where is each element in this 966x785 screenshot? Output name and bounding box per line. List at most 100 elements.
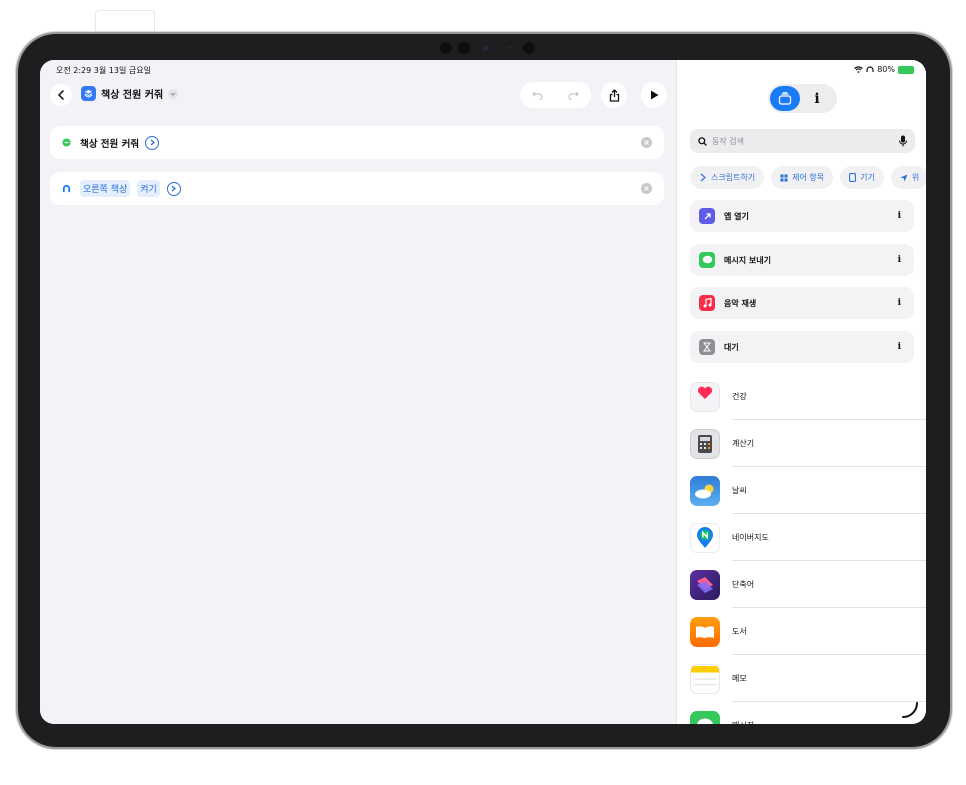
app-label: 날씨 [732, 467, 926, 514]
desk-up-icon [62, 184, 71, 193]
search-icon [698, 136, 707, 146]
shortcut-title: 책상 전원 커줘 [101, 90, 164, 101]
action-text: 책상 전원 커줘 [80, 138, 140, 150]
action-card[interactable]: 오른쪽 책상 켜기 [50, 172, 664, 205]
camera-sensor [440, 42, 452, 54]
suggestion-send-message[interactable]: 메시지 보내기 i [690, 244, 914, 276]
undo-redo-group [520, 82, 591, 108]
chip-controls[interactable]: 제어 항목 [771, 166, 834, 189]
script-icon [700, 173, 706, 182]
chip-location[interactable]: 위 [890, 166, 926, 189]
app-label: 단축어 [732, 561, 926, 608]
library-icon [778, 92, 792, 105]
app-label: 메모 [732, 655, 926, 702]
device-icon [849, 173, 857, 182]
battery-percent: 80% [877, 65, 895, 74]
weather-icon [690, 475, 720, 506]
music-icon [699, 295, 715, 311]
app-label: 계산기 [732, 420, 926, 467]
suggestion-play-music[interactable]: 음악 재생 i [690, 287, 914, 319]
info-button[interactable]: i [898, 298, 901, 308]
tab-library[interactable] [770, 86, 800, 111]
run-button[interactable] [641, 82, 667, 108]
microphone-icon[interactable] [898, 135, 908, 147]
redo-icon[interactable] [567, 90, 580, 100]
suggestion-wait[interactable]: 대기 i [690, 331, 914, 363]
suggestion-label: 음악 재생 [724, 298, 757, 308]
app-row-naver-map[interactable]: 네이버지도 [690, 514, 926, 561]
action-search-field[interactable]: 동작 검색 [690, 129, 915, 153]
remove-action-button[interactable] [641, 137, 652, 148]
hourglass-icon [699, 339, 715, 355]
tab-info[interactable]: i [806, 88, 828, 109]
wifi-icon [854, 66, 864, 73]
play-icon [650, 90, 658, 100]
suggestion-label: 대기 [724, 342, 739, 352]
search-placeholder: 동작 검색 [712, 136, 744, 146]
back-button[interactable] [50, 84, 72, 106]
ambient-sensor [508, 46, 511, 49]
chevron-right-icon [171, 185, 177, 192]
health-icon [690, 381, 720, 412]
chevron-down-icon [168, 88, 179, 99]
chevron-right-icon [150, 139, 155, 146]
suggestion-label: 메시지 보내기 [724, 255, 771, 265]
close-icon [644, 186, 649, 191]
chip-label: 스크립트하기 [711, 173, 756, 182]
app-row-health[interactable]: 건강 [690, 373, 926, 420]
app-row-weather[interactable]: 날씨 [690, 467, 926, 514]
naver-map-icon [690, 522, 720, 553]
control-icon [780, 174, 788, 181]
chip-label: 위 [911, 173, 920, 182]
chip-scripting[interactable]: 스크립트하기 [690, 166, 765, 189]
suggestion-open-app[interactable]: 앱 열기 i [690, 200, 914, 232]
message-icon [699, 252, 715, 268]
expand-button[interactable] [166, 181, 181, 196]
status-indicators: 80% [854, 65, 914, 74]
actions-panel: 80% i 동작 검색 스크립트하기 제어 항목 기기 위 앱 열기 i 메시지… [676, 60, 926, 724]
share-button[interactable] [601, 82, 627, 108]
action-card[interactable]: 책상 전원 커줘 [50, 126, 664, 159]
status-time: 오전 2:29 3월 13일 금요일 [56, 66, 151, 75]
camera-sensor [458, 42, 470, 54]
close-icon [644, 140, 649, 145]
resize-handle-icon[interactable] [900, 700, 920, 720]
suggestion-label: 앱 열기 [724, 211, 749, 221]
undo-icon[interactable] [531, 90, 544, 100]
app-label: 도서 [732, 608, 926, 655]
app-row-books[interactable]: 도서 [690, 608, 926, 655]
state-parameter[interactable]: 켜기 [137, 180, 160, 197]
chevron-left-icon [57, 90, 64, 100]
app-label: 네이버지도 [732, 514, 926, 561]
camera-sensor [523, 42, 535, 54]
app-row-messages[interactable]: 메시지 [690, 702, 926, 724]
remove-action-button[interactable] [641, 183, 652, 194]
category-chips: 스크립트하기 제어 항목 기기 위 [690, 166, 926, 190]
layers-icon [81, 86, 96, 101]
shortcut-title-menu[interactable]: 책상 전원 커줘 [81, 86, 179, 101]
shortcut-editor: 오전 2:29 3월 13일 금요일 책상 전원 커줘 책상 전원 커줘 오른쪽… [40, 60, 676, 724]
app-row-shortcuts[interactable]: 단축어 [690, 561, 926, 608]
headphones-icon [866, 65, 874, 72]
desk-sensor-icon [62, 138, 71, 147]
device-parameter[interactable]: 오른쪽 책상 [80, 180, 131, 197]
calculator-icon [690, 428, 720, 459]
open-app-icon [699, 208, 715, 224]
panel-tab-switcher: i [768, 84, 837, 113]
chip-device[interactable]: 기기 [840, 166, 884, 189]
expand-button[interactable] [145, 135, 160, 150]
screen: 오전 2:29 3월 13일 금요일 책상 전원 커줘 책상 전원 커줘 오른쪽… [40, 60, 926, 724]
notes-icon [690, 663, 720, 694]
editor-navbar: 책상 전원 커줘 [40, 82, 676, 108]
info-button[interactable]: i [898, 342, 901, 352]
chip-label: 제어 항목 [792, 173, 825, 182]
messages-icon [690, 710, 720, 724]
app-label: 메시지 [732, 702, 926, 724]
info-button[interactable]: i [898, 211, 901, 221]
shortcuts-icon [690, 569, 720, 600]
info-button[interactable]: i [898, 255, 901, 265]
app-row-notes[interactable]: 메모 [690, 655, 926, 702]
app-row-calculator[interactable]: 계산기 [690, 420, 926, 467]
location-icon [900, 174, 908, 181]
battery-icon [898, 65, 914, 74]
